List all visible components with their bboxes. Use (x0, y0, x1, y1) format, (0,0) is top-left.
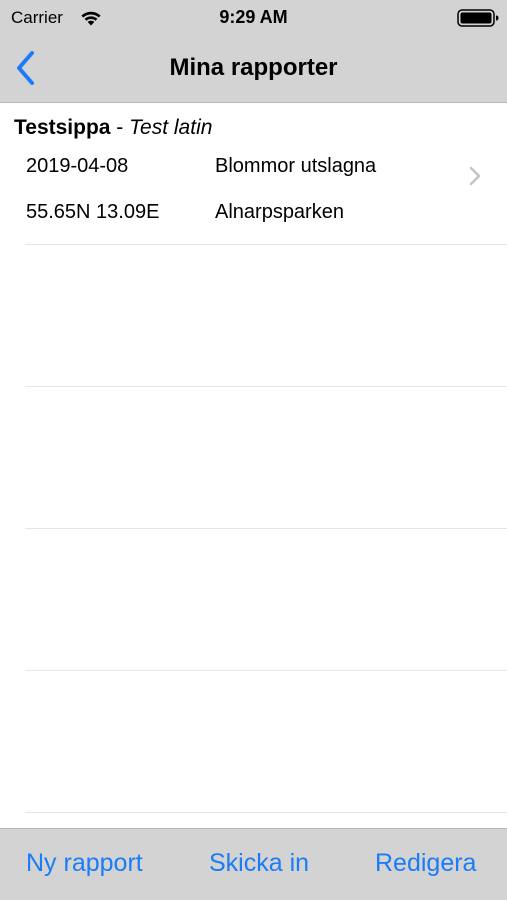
report-location: Alnarpsparken (215, 201, 344, 223)
edit-button[interactable]: Redigera (375, 849, 476, 878)
clock: 9:29 AM (219, 7, 288, 27)
report-coordinates: 55.65N 13.09E (26, 201, 160, 223)
report-status: Blommor utslagna (215, 155, 377, 177)
battery-icon (457, 9, 499, 27)
row-separator (25, 386, 507, 387)
status-bar: Carrier 9:29 AM (0, 0, 507, 36)
row-separator (25, 812, 507, 813)
row-separator (25, 528, 507, 529)
report-date: 2019-04-08 (26, 155, 129, 177)
report-row[interactable]: 2019-04-08 Blommor utslagna 55.65N 13.09… (0, 144, 507, 244)
row-separator (25, 670, 507, 671)
species-separator: - (110, 116, 130, 139)
latin-name: Test latin (129, 116, 213, 139)
send-button[interactable]: Skicka in (209, 849, 309, 878)
screen: Carrier 9:29 AM Mina rapporter Testsippa… (0, 0, 507, 900)
header: Carrier 9:29 AM Mina rapporter (0, 0, 507, 103)
new-report-button[interactable]: Ny rapport (26, 849, 143, 878)
bottom-toolbar: Ny rapport Skicka in Redigera (0, 828, 507, 900)
section-header: Testsippa - Test latin (14, 116, 212, 140)
chevron-right-icon (469, 166, 481, 186)
page-title: Mina rapporter (169, 54, 338, 81)
row-separator (25, 244, 507, 245)
reports-list[interactable]: Testsippa - Test latin 2019-04-08 Blommo… (0, 104, 507, 828)
species-name: Testsippa (14, 116, 111, 139)
navigation-bar: Mina rapporter (0, 36, 507, 102)
